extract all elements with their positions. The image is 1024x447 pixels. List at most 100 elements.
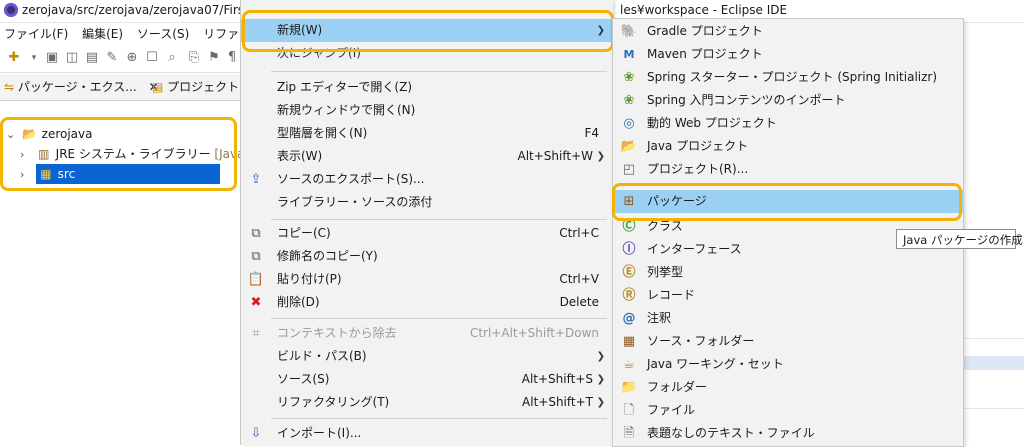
submenu-item-source-folder[interactable]: ▦ ソース・フォルダー [613,330,963,353]
menu-item-shortcut: Alt+Shift+T [522,395,593,409]
menu-file[interactable]: ファイル(F) [0,22,74,42]
menu-item-label: 修飾名のコピー(Y) [277,249,378,263]
debug-icon[interactable]: ✎ [104,50,120,66]
paste-icon: 📋 [247,272,265,287]
spring-starter-icon: ❀ [623,70,635,85]
external-tools-icon[interactable]: ☐ [144,50,160,66]
print-icon[interactable]: ▤ [84,50,100,66]
submenu-item-spring-starter[interactable]: ❀ Spring スターター・プロジェクト (Spring Initializr… [613,66,963,89]
menu-item-build-path[interactable]: ビルド・パス(B) ❯ [241,345,613,368]
open-type-icon[interactable]: ⌕ [164,50,180,66]
menu-item-label: 表示(W) [277,149,323,163]
tab-package-explorer[interactable]: ⇋ パッケージ・エクス... ✕ [4,78,159,95]
editor-line [962,338,1024,339]
source-folder-icon: ▦ [622,334,636,349]
remove-context-icon: ⌗ [252,326,260,341]
submenu-item-record[interactable]: Ⓡ レコード [613,284,963,307]
submenu-item-label: フォルダー [647,380,708,394]
chevron-right-icon: ❯ [596,397,605,408]
submenu-item-file[interactable]: 🗋 ファイル [613,399,963,422]
file-icon: 🗋 [623,403,635,418]
run-icon[interactable]: ⊕ [124,50,140,66]
pilcrow-icon[interactable]: ¶ [224,50,240,66]
save-all-icon[interactable]: ◫ [64,50,80,66]
working-set-icon: ☕ [623,357,635,372]
menu-item-label: 型階層を開く(N) [277,126,368,140]
submenu-item-label: 注釈 [647,311,672,325]
submenu-item-folder[interactable]: 📁 フォルダー [613,376,963,399]
gradle-icon: 🐘 [620,24,638,39]
submenu-item-project[interactable]: ◰ プロジェクト(R)... [613,158,963,181]
menu-item-shortcut: Ctrl+Alt+Shift+Down [469,326,599,340]
new-icon[interactable]: ✚ [6,50,22,66]
menu-separator [271,71,607,72]
chevron-right-icon: ❯ [596,374,605,385]
submenu-item-label: レコード [647,288,696,302]
submenu-item-maven[interactable]: M Maven プロジェクト [613,43,963,66]
submenu-item-enum[interactable]: Ⓔ 列挙型 [613,261,963,284]
submenu-item-dynamic-web[interactable]: ◎ 動的 Web プロジェクト [613,112,963,135]
menu-item-attach-source[interactable]: ライブラリー・ソースの添付 [241,191,613,214]
submenu-item-label: Spring 入門コンテンツのインポート [647,93,846,107]
submenu-item-label: 動的 Web プロジェクト [647,116,777,130]
submenu-item-spring-import[interactable]: ❀ Spring 入門コンテンツのインポート [613,89,963,112]
menu-item-import[interactable]: ⇩ インポート(I)... [241,422,613,445]
window-title-right: les¥workspace - Eclipse IDE [620,3,788,17]
eclipse-icon [4,3,18,17]
submenu-item-annotation[interactable]: @ 注釈 [613,307,963,330]
menu-item-open-new-window[interactable]: 新規ウィンドウで開く(N) [241,99,613,122]
menu-item-open-type-hierarchy[interactable]: 型階層を開く(N) F4 [241,122,613,145]
menu-item-label: Zip エディターで開く(Z) [277,80,413,94]
menu-item-show-in[interactable]: 表示(W) Alt+Shift+W ❯ [241,145,613,168]
menu-item-remove-from-context: ⌗ コンテキストから除去 Ctrl+Alt+Shift+Down [241,322,613,345]
java-project-icon: 📂 [620,139,638,154]
menu-item-export-source[interactable]: ⇪ ソースのエクスポート(S)... [241,168,613,191]
folder-icon: 📁 [620,380,638,395]
submenu-item-java-project[interactable]: 📂 Java プロジェクト [613,135,963,158]
submenu-item-label: Java プロジェクト [647,139,749,153]
submenu-item-untitled-text-file[interactable]: 🗎 表題なしのテキスト・ファイル [613,422,963,445]
menu-bar: ファイル(F) 編集(E) ソース(S) リファクタリン [0,22,287,44]
submenu-item-label: 表題なしのテキスト・ファイル [647,426,815,440]
menu-item-source[interactable]: ソース(S) Alt+Shift+S ❯ [241,368,613,391]
search-icon[interactable]: ⎘ [186,50,202,66]
editor-line-highlight [962,356,1024,370]
menu-item-refactor[interactable]: リファクタリング(T) Alt+Shift+T ❯ [241,391,613,414]
dropdown-arrow-icon[interactable]: ▾ [26,50,42,66]
menu-item-label: ライブラリー・ソースの添付 [277,195,433,209]
untitled-text-file-icon: 🗎 [623,426,635,441]
save-icon[interactable]: ▣ [44,50,60,66]
menu-separator [271,418,607,419]
menu-item-shortcut: F4 [584,126,599,140]
highlight-tree [0,117,237,191]
menu-item-label: リファクタリング(T) [277,395,390,409]
annotation-icon: @ [622,311,636,326]
editor-line [962,408,1024,409]
menu-item-copy[interactable]: ⧉ コピー(C) Ctrl+C [241,222,613,245]
context-menu: 新規(W) ❯ 次にジャンプ(I) Zip エディターで開く(Z) 新規ウィンド… [240,0,613,445]
menu-item-shortcut: Ctrl+V [559,272,599,286]
menu-item-label: ソースのエクスポート(S)... [277,172,425,186]
submenu-item-working-set[interactable]: ☕ Java ワーキング・セット [613,353,963,376]
tab-package-explorer-label: パッケージ・エクス... [17,80,137,94]
menu-item-copy-qualified-name[interactable]: ⧉ 修飾名のコピー(Y) [241,245,613,268]
menu-edit[interactable]: 編集(E) [78,22,129,42]
menu-item-paste[interactable]: 📋 貼り付け(P) Ctrl+V [241,268,613,291]
submenu-item-label: ファイル [647,403,696,417]
submenu-item-label: Gradle プロジェクト [647,24,763,38]
menu-item-open-zip[interactable]: Zip エディターで開く(Z) [241,76,613,99]
menu-source[interactable]: ソース(S) [133,22,195,42]
submenu-item-label: ソース・フォルダー [647,334,755,348]
record-icon: Ⓡ [622,288,636,303]
task-icon[interactable]: ⚑ [206,50,222,66]
web-project-icon: ◎ [623,116,635,131]
menu-item-label: 貼り付け(P) [277,272,342,286]
submenu-item-label: Java ワーキング・セット [647,357,784,371]
view-tabs: ⇋ パッケージ・エクス... ✕ ▤ プロジェクト・エ [0,74,263,101]
menu-item-shortcut: Delete [559,295,599,309]
menu-item-delete[interactable]: ✖ 削除(D) Delete [241,291,613,314]
menu-item-shortcut: Alt+Shift+W [517,149,594,163]
menu-item-label: ソース(S) [277,372,330,386]
submenu-item-gradle[interactable]: 🐘 Gradle プロジェクト [613,20,963,43]
delete-icon: ✖ [250,295,262,310]
